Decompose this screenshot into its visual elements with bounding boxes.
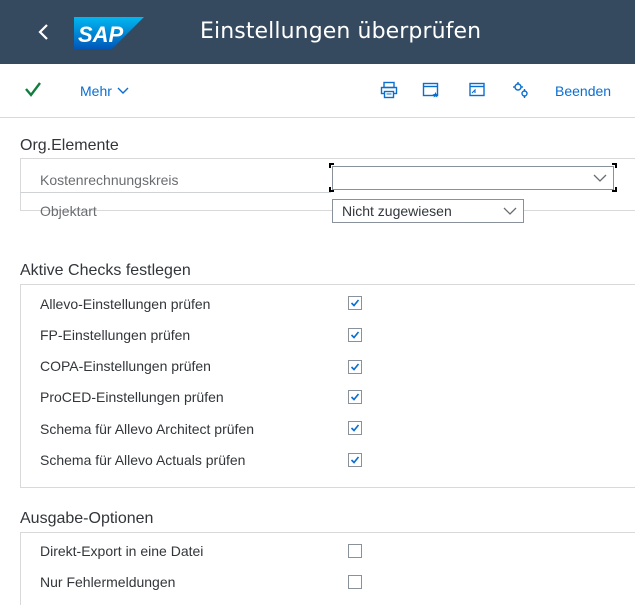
checkbox-allevo[interactable] (348, 296, 362, 310)
checkmark-icon (350, 424, 360, 432)
toolbar: Mehr Beenden (0, 64, 635, 118)
exit-button[interactable]: Beenden (555, 83, 611, 99)
checkmark-icon (350, 331, 360, 339)
focus-frame (612, 187, 617, 192)
check-label-architect: Schema für Allevo Architect prüfen (40, 421, 254, 437)
checkmark-icon (350, 393, 360, 401)
page-title: Einstellungen überprüfen (200, 19, 482, 44)
check-label-actuals: Schema für Allevo Actuals prüfen (40, 452, 246, 468)
section-title-active-checks: Aktive Checks festlegen (20, 262, 191, 279)
focus-frame (612, 163, 617, 168)
check-label-proced: ProCED-Einstellungen prüfen (40, 389, 224, 405)
window-star-icon (422, 82, 439, 98)
checkbox-actuals[interactable] (348, 453, 362, 467)
chevron-left-icon (38, 24, 48, 40)
shell-header: SAP Einstellungen überprüfen (0, 0, 635, 64)
print-button[interactable] (378, 79, 400, 101)
gear-icon (513, 82, 528, 98)
printer-icon (380, 81, 398, 99)
check-label-allevo: Allevo-Einstellungen prüfen (40, 296, 211, 312)
save-variant-button[interactable] (420, 79, 442, 101)
section-title-org-elements: Org.Elemente (20, 137, 119, 154)
kostenrechnungskreis-combo[interactable] (332, 166, 614, 190)
objektart-value: Nicht zugewiesen (342, 203, 452, 219)
checkmark-icon (350, 299, 360, 307)
checkbox-copa[interactable] (348, 360, 362, 374)
section-title-output-options: Ausgabe-Optionen (20, 510, 154, 527)
settings-button[interactable] (510, 79, 532, 101)
check-label-copa: COPA-Einstellungen prüfen (40, 358, 211, 374)
checkbox-architect[interactable] (348, 421, 362, 435)
focus-frame (329, 163, 334, 168)
objektart-combo[interactable]: Nicht zugewiesen (332, 199, 524, 223)
checkbox-export[interactable] (348, 544, 362, 558)
execute-button[interactable] (22, 78, 44, 100)
check-label-fp: FP-Einstellungen prüfen (40, 327, 191, 343)
back-button[interactable] (30, 18, 58, 46)
checkmark-icon (350, 363, 360, 371)
svg-text:SAP: SAP (78, 22, 124, 47)
chevron-down-icon (117, 87, 129, 94)
open-new-window-button[interactable] (466, 79, 488, 101)
field-label-kostenrechnungskreis: Kostenrechnungskreis (20, 172, 331, 193)
checkmark-icon (350, 456, 360, 464)
window-icon (469, 82, 485, 97)
more-menu-button[interactable]: Mehr (80, 83, 129, 99)
sap-logo[interactable]: SAP (74, 17, 144, 54)
option-label-errors-only: Nur Fehlermeldungen (40, 574, 176, 590)
more-label: Mehr (80, 83, 112, 99)
checkbox-errors-only[interactable] (348, 575, 362, 589)
checkmark-icon (25, 82, 41, 97)
field-label-objektart: Objektart (40, 203, 97, 219)
option-label-export: Direkt-Export in eine Datei (40, 543, 204, 559)
chevron-down-icon[interactable] (587, 167, 613, 189)
chevron-down-icon[interactable] (497, 200, 523, 222)
checkbox-proced[interactable] (348, 390, 362, 404)
focus-frame (329, 187, 334, 192)
checkbox-fp[interactable] (348, 328, 362, 342)
